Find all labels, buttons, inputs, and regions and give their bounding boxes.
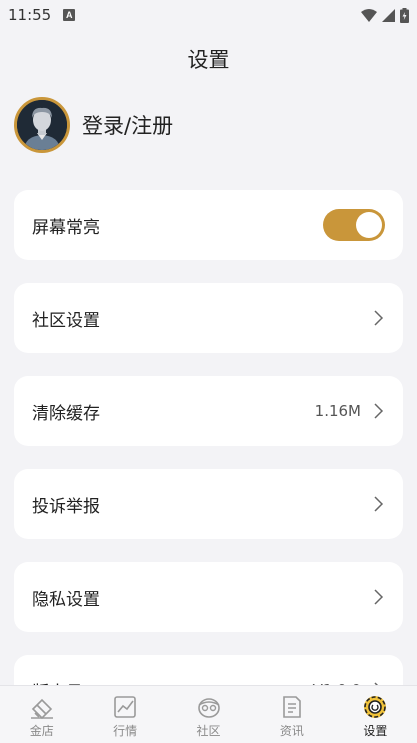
status-bar: 11:55 A (0, 0, 417, 30)
tab-label: 金店 (29, 724, 54, 738)
status-time: 11:55 (8, 6, 52, 24)
setting-label: 社区设置 (32, 310, 100, 331)
setting-complaint[interactable]: 投诉举报 (14, 469, 403, 539)
tab-news[interactable]: 资讯 (250, 686, 333, 743)
chevron-right-icon (374, 310, 384, 326)
avatar[interactable] (14, 97, 70, 153)
login-register-link[interactable]: 登录/注册 (82, 110, 173, 140)
setting-label: 屏幕常亮 (32, 217, 100, 238)
settings-icon (364, 696, 387, 718)
community-icon (197, 698, 220, 718)
toggle-knob (356, 212, 382, 238)
setting-screen-on: 屏幕常亮 (14, 190, 403, 260)
setting-label: 清除缓存 (32, 403, 100, 424)
tab-settings[interactable]: 设置 (334, 686, 417, 743)
news-icon (283, 696, 301, 718)
tab-gold-store[interactable]: 金店 (0, 686, 83, 743)
market-chart-icon (114, 696, 136, 718)
chevron-right-icon (374, 589, 384, 605)
a-icon: A (63, 9, 76, 21)
battery-icon (400, 7, 409, 23)
cache-size-value: 1.16M (314, 402, 361, 420)
bottom-tab-bar: 金店 行情 社区 资讯 设置 (0, 685, 417, 743)
setting-community[interactable]: 社区设置 (14, 283, 403, 353)
setting-label: 隐私设置 (32, 589, 100, 610)
profile-login[interactable]: 登录/注册 (14, 97, 173, 153)
tab-label: 设置 (363, 724, 388, 738)
chevron-right-icon (374, 403, 384, 419)
signal-icon (382, 8, 395, 22)
screen-on-toggle[interactable] (323, 209, 385, 241)
wifi-icon (361, 8, 377, 22)
status-icons (361, 7, 409, 23)
tab-market[interactable]: 行情 (83, 686, 166, 743)
tab-label: 社区 (196, 724, 221, 738)
gold-store-icon (30, 698, 53, 720)
setting-privacy[interactable]: 隐私设置 (14, 562, 403, 632)
tab-community[interactable]: 社区 (167, 686, 250, 743)
page-title: 设置 (187, 48, 230, 72)
user-avatar-icon (17, 100, 67, 150)
setting-label: 投诉举报 (32, 496, 100, 517)
setting-clear-cache[interactable]: 清除缓存 1.16M (14, 376, 403, 446)
tab-label: 行情 (113, 724, 138, 738)
chevron-right-icon (374, 496, 384, 512)
tab-label: 资讯 (279, 724, 304, 738)
